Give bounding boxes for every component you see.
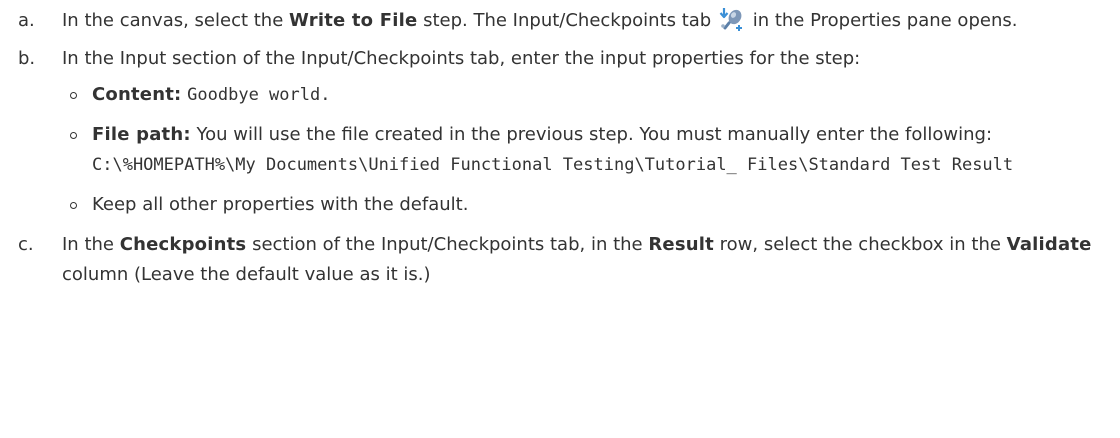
step-c-bold-checkpoints: Checkpoints	[119, 234, 247, 255]
input-checkpoints-tab-icon	[718, 6, 746, 32]
step-c-bold-result: Result	[648, 234, 714, 255]
file-path-text: You will use the file created in the pre…	[190, 124, 993, 145]
step-c-bold-validate: Validate	[1006, 234, 1092, 255]
step-letter-b: b.	[18, 48, 36, 69]
bullet-circle-icon	[70, 132, 77, 139]
step-a: a. In the canvas, select the Write to Fi…	[0, 6, 1120, 36]
step-a-text-3: in the Properties pane opens.	[746, 10, 1018, 31]
step-b: b. In the Input section of the Input/Che…	[0, 44, 1120, 220]
step-c-text-2: section of the Input/Checkpoints tab, in…	[246, 234, 649, 255]
keep-defaults-text: Keep all other properties with the defau…	[92, 194, 469, 215]
bullet-file-path: File path: You will use the file created…	[62, 120, 1108, 180]
bullet-circle-icon	[70, 92, 77, 99]
file-path-label: File path:	[92, 124, 191, 145]
step-c-text-4: column (Leave the default value as it is…	[62, 264, 431, 285]
step-letter-a: a.	[18, 10, 35, 31]
step-c-text-1: In the	[62, 234, 120, 255]
step-a-bold-write-to-file: Write to File	[289, 10, 418, 31]
step-a-text-1: In the canvas, select the	[62, 10, 290, 31]
step-c-text-3: row, select the checkbox in the	[713, 234, 1007, 255]
content-value: Goodbye world.	[187, 85, 331, 105]
step-b-text: In the Input section of the Input/Checkp…	[62, 48, 861, 69]
step-a-text-2: step. The Input/Checkpoints tab	[417, 10, 717, 31]
bullet-circle-icon	[70, 202, 77, 209]
step-letter-c: c.	[18, 234, 34, 255]
step-c: c. In the Checkpoints section of the Inp…	[0, 230, 1120, 290]
bullet-keep-defaults: Keep all other properties with the defau…	[62, 190, 1108, 220]
bullet-content: Content: Goodbye world.	[62, 80, 1108, 110]
file-path-value: C:\%HOMEPATH%\My Documents\Unified Funct…	[92, 155, 1014, 175]
step-b-bullet-list: Content: Goodbye world. File path: You w…	[62, 80, 1108, 220]
document-body: a. In the canvas, select the Write to Fi…	[0, 0, 1120, 290]
content-label: Content:	[92, 84, 182, 105]
